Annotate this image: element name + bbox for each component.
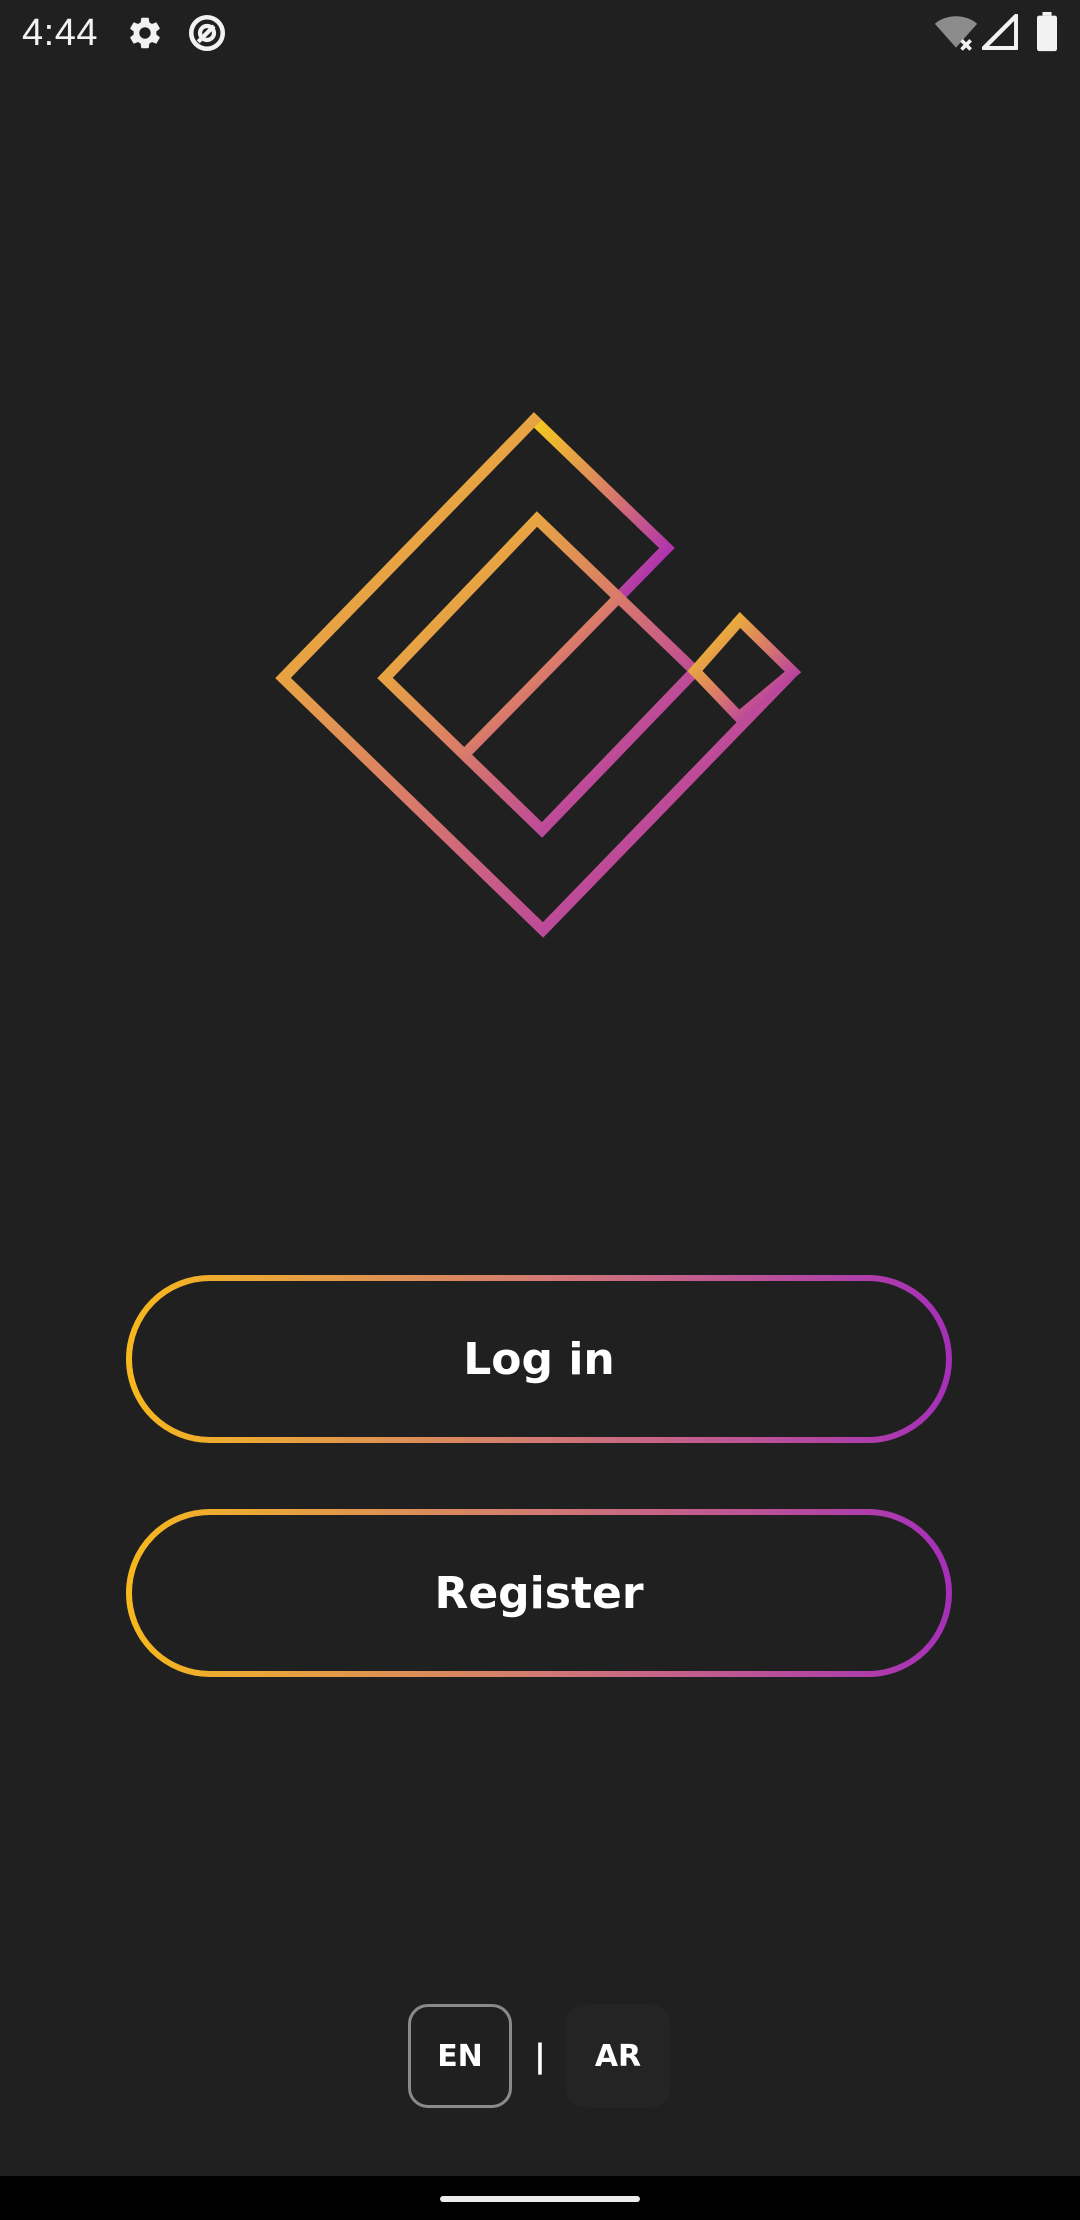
- battery-icon: [1036, 12, 1058, 56]
- wifi-off-icon: [934, 14, 978, 56]
- diamond-logo-icon: [275, 412, 802, 938]
- login-button[interactable]: Log in: [125, 1274, 953, 1444]
- gear-icon: [126, 14, 164, 56]
- language-ar-button[interactable]: AR: [566, 2004, 670, 2108]
- language-selector: EN | AR: [0, 2004, 1080, 2112]
- language-en-button[interactable]: EN: [408, 2004, 512, 2108]
- register-button-label: Register: [434, 1567, 644, 1619]
- status-bar: 4:44: [0, 0, 1080, 66]
- app-logo: [270, 405, 810, 945]
- status-time: 4:44: [22, 12, 98, 54]
- home-indicator[interactable]: [440, 2196, 640, 2202]
- navigation-bar: [0, 2176, 1080, 2220]
- data-saver-icon: [186, 12, 228, 58]
- login-button-label: Log in: [463, 1333, 615, 1385]
- language-separator: |: [534, 2037, 546, 2075]
- register-button[interactable]: Register: [125, 1508, 953, 1678]
- signal-icon: [981, 13, 1019, 54]
